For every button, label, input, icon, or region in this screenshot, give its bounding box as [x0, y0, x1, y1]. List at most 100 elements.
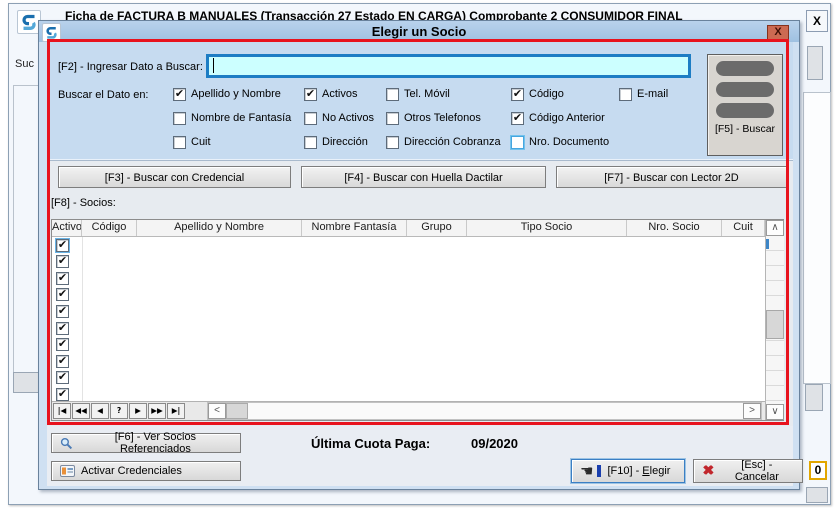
background-groupbox-fragment: [13, 85, 41, 383]
f3-buscar-credencial-button[interactable]: [F3] - Buscar con Credencial: [58, 166, 291, 188]
column-header-apellido-y-nombre[interactable]: Apellido y Nombre: [137, 220, 302, 236]
checkbox-icon[interactable]: [304, 136, 317, 149]
background-fragment: [13, 372, 41, 393]
f4-buscar-huella-button[interactable]: [F4] - Buscar con Huella Dactilar: [301, 166, 546, 188]
pointing-hand-icon-bar: [597, 465, 601, 477]
table-row[interactable]: ✔: [52, 237, 765, 254]
table-row[interactable]: ✔: [52, 270, 765, 287]
checkbox-label: Código Anterior: [529, 112, 605, 124]
background-panel-fragment: [803, 92, 831, 384]
navigator-button-0[interactable]: |◀: [53, 403, 71, 419]
pointing-hand-icon: ☚: [580, 465, 593, 477]
table-row[interactable]: ✔: [52, 287, 765, 304]
vertical-scrollbar[interactable]: ∧ ∨: [765, 220, 784, 420]
navigator-button-2[interactable]: ◀: [91, 403, 109, 419]
table-row[interactable]: ✔: [52, 336, 765, 353]
row-active-checkbox[interactable]: ✔: [56, 355, 69, 368]
table-row[interactable]: ✔: [52, 370, 765, 387]
horizontal-scroll-track[interactable]: [248, 403, 743, 419]
esc-cancelar-button[interactable]: ✖ [Esc] - Cancelar: [693, 459, 803, 483]
filter-checkbox-dirección[interactable]: Dirección: [304, 135, 368, 149]
column-header-grupo[interactable]: Grupo: [407, 220, 467, 236]
checkbox-icon[interactable]: ✔: [511, 88, 524, 101]
navigator-button-6[interactable]: ▶|: [167, 403, 185, 419]
navigator-button-4[interactable]: ▶: [129, 403, 147, 419]
checkbox-icon[interactable]: [173, 112, 186, 125]
column-header-activo[interactable]: Activo: [52, 220, 82, 236]
ultima-cuota-value: 09/2020: [471, 436, 518, 451]
filter-checkbox-no-activos[interactable]: No Activos: [304, 111, 374, 125]
dialog-title: Elegir un Socio: [39, 24, 799, 39]
horizontal-scrollbar[interactable]: < >: [207, 402, 762, 420]
filter-checkbox-otros-telefonos[interactable]: Otros Telefonos: [386, 111, 481, 125]
dialog-close-button[interactable]: X: [767, 25, 789, 40]
checkbox-icon[interactable]: [511, 136, 524, 149]
elegir-label: [F10] - Elegir: [607, 465, 670, 477]
checkbox-icon[interactable]: [386, 136, 399, 149]
filter-checkbox-e-mail[interactable]: E-mail: [619, 87, 668, 101]
row-active-checkbox[interactable]: ✔: [56, 255, 69, 268]
column-header-cuit[interactable]: Cuit: [722, 220, 765, 236]
checkbox-label: Cuit: [191, 136, 211, 148]
row-active-checkbox[interactable]: ✔: [56, 322, 69, 335]
row-active-checkbox[interactable]: ✔: [56, 305, 69, 318]
table-row[interactable]: ✔: [52, 320, 765, 337]
filter-checkbox-dirección-cobranza[interactable]: Dirección Cobranza: [386, 135, 501, 149]
f7-buscar-lector2d-button[interactable]: [F7] - Buscar con Lector 2D: [556, 166, 787, 188]
checkbox-icon[interactable]: ✔: [173, 88, 186, 101]
filter-checkbox-nombre-de-fantasía[interactable]: Nombre de Fantasía: [173, 111, 291, 125]
checkbox-icon[interactable]: [304, 112, 317, 125]
filter-checkbox-código[interactable]: ✔Código: [511, 87, 564, 101]
horizontal-scroll-thumb[interactable]: [226, 403, 248, 419]
row-active-checkbox[interactable]: ✔: [56, 338, 69, 351]
checkbox-label: Otros Telefonos: [404, 112, 481, 124]
filter-checkbox-código-anterior[interactable]: ✔ Código Anterior: [511, 111, 605, 125]
column-header-código[interactable]: Código: [82, 220, 137, 236]
table-row[interactable]: ✔: [52, 303, 765, 320]
f10-elegir-button[interactable]: ☚ [F10] - Elegir: [571, 459, 685, 483]
background-fragment: [805, 384, 823, 411]
checkbox-icon[interactable]: [386, 112, 399, 125]
checkbox-icon[interactable]: ✔: [304, 88, 317, 101]
filter-checkbox-cuit[interactable]: Cuit: [173, 135, 211, 149]
ultima-cuota-label: Última Cuota Paga:: [311, 436, 430, 451]
checkbox-icon[interactable]: [619, 88, 632, 101]
column-header-nombre-fantasía[interactable]: Nombre Fantasía: [302, 220, 407, 236]
activar-credenciales-button[interactable]: Activar Credenciales: [51, 461, 241, 481]
table-row[interactable]: ✔: [52, 253, 765, 270]
vertical-scroll-thumb[interactable]: [766, 310, 784, 339]
navigator-button-5[interactable]: ▶▶: [148, 403, 166, 419]
magnifier-icon: [60, 437, 73, 450]
filter-checkbox-nro-documento[interactable]: Nro. Documento: [511, 135, 609, 149]
socios-list-label: [F8] - Socios:: [51, 197, 116, 209]
row-active-checkbox[interactable]: ✔: [56, 272, 69, 285]
checkbox-icon[interactable]: [386, 88, 399, 101]
table-row[interactable]: ✔: [52, 353, 765, 370]
column-header-tipo-socio[interactable]: Tipo Socio: [467, 220, 627, 236]
checkbox-icon[interactable]: ✔: [511, 112, 524, 125]
scroll-right-button[interactable]: >: [743, 403, 761, 419]
scroll-up-button[interactable]: ∧: [766, 220, 784, 236]
column-header-nro-socio[interactable]: Nro. Socio: [627, 220, 722, 236]
row-active-checkbox[interactable]: ✔: [56, 371, 69, 384]
filter-checkbox-activos[interactable]: ✔ Activos: [304, 87, 357, 101]
checkbox-label: Dirección: [322, 136, 368, 148]
vertical-scroll-track[interactable]: [766, 236, 784, 404]
socios-table: ActivoCódigoApellido y NombreNombre Fant…: [51, 219, 784, 421]
table-row[interactable]: ✔: [52, 386, 765, 401]
checkbox-label: Activos: [322, 88, 357, 100]
filter-checkbox-tel-móvil[interactable]: Tel. Móvil: [386, 87, 450, 101]
f6-label: [F6] - Ver Socios Referenciados: [79, 431, 232, 455]
background-close-button[interactable]: X: [806, 10, 828, 32]
navigator-button-1[interactable]: ◀◀: [72, 403, 90, 419]
f6-ver-socios-button[interactable]: [F6] - Ver Socios Referenciados: [51, 433, 241, 453]
row-active-checkbox[interactable]: ✔: [56, 388, 69, 401]
checkbox-icon[interactable]: [173, 136, 186, 149]
scroll-down-button[interactable]: ∨: [766, 404, 784, 420]
row-active-checkbox[interactable]: ✔: [56, 288, 69, 301]
activo-cell: ✔: [52, 270, 83, 287]
navigator-button-3[interactable]: ?: [110, 403, 128, 419]
scroll-left-button[interactable]: <: [208, 403, 226, 419]
filter-checkbox-apellido-y-nombre[interactable]: ✔Apellido y Nombre: [173, 87, 281, 101]
row-active-checkbox[interactable]: ✔: [56, 239, 69, 252]
